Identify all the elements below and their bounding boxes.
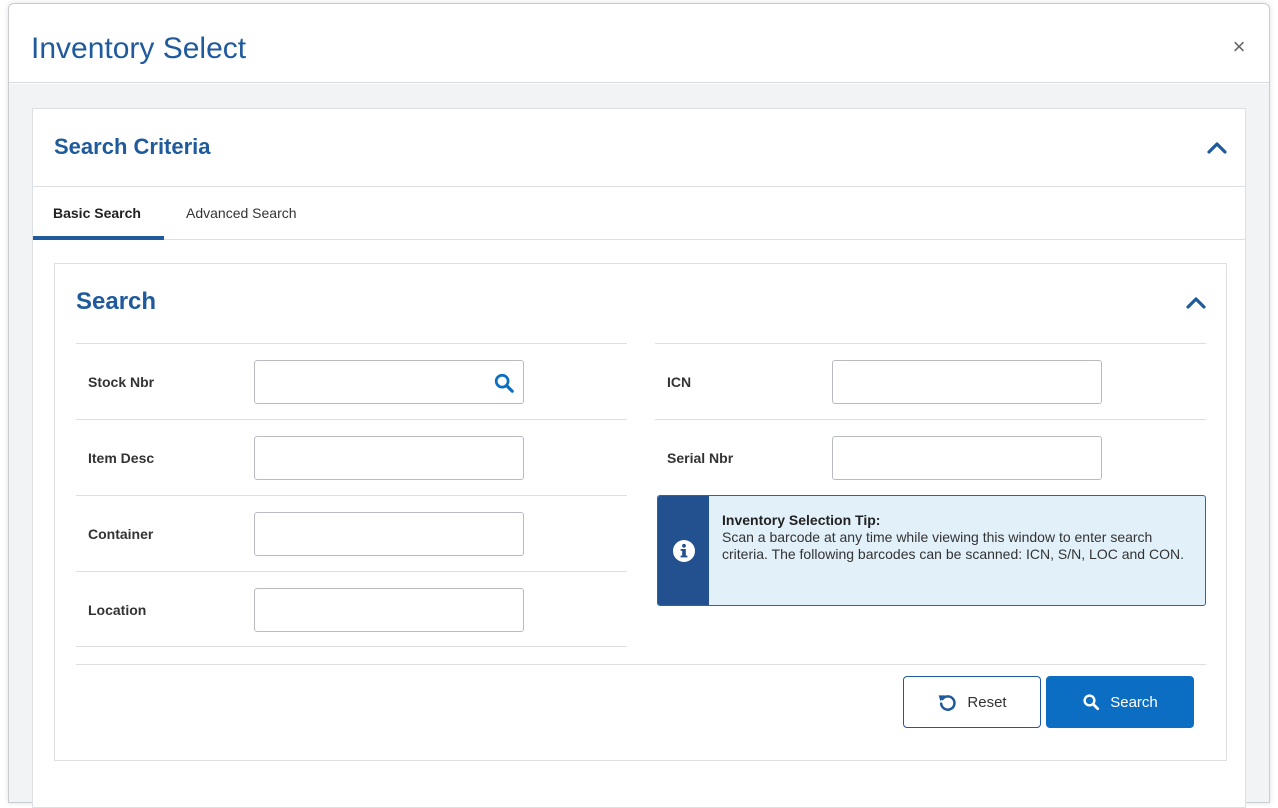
location-input-wrapper [254, 588, 524, 632]
panel-footer-divider [76, 664, 1206, 665]
search-button[interactable]: Search [1046, 676, 1194, 728]
tip-text: Scan a barcode at any time while viewing… [722, 529, 1184, 562]
search-criteria-title: Search Criteria [54, 134, 211, 159]
field-row-stock-nbr: Stock Nbr [76, 343, 627, 419]
search-icon[interactable] [493, 372, 515, 394]
stock-nbr-label: Stock Nbr [88, 374, 155, 390]
serial-nbr-input-wrapper [832, 436, 1102, 480]
field-row-icn: ICN [655, 343, 1206, 419]
search-panel: Search Stock Nbr Item Desc Container Loc… [54, 263, 1227, 761]
undo-icon [939, 695, 957, 711]
close-icon[interactable]: × [1229, 36, 1249, 58]
search-panel-title: Search [76, 288, 157, 315]
serial-nbr-label: Serial Nbr [667, 450, 734, 466]
modal-header: Inventory Select × [9, 4, 1269, 83]
container-input-wrapper [254, 512, 524, 556]
search-tabs: Basic Search Advanced Search [33, 188, 1245, 240]
tab-basic-search[interactable]: Basic Search [33, 188, 164, 240]
inventory-select-modal: Inventory Select × Search Criteria Basic… [8, 3, 1270, 808]
container-input[interactable] [255, 513, 523, 555]
tip-title: Inventory Selection Tip: [722, 512, 881, 528]
info-icon [673, 540, 695, 562]
icn-input-wrapper [832, 360, 1102, 404]
item-desc-input[interactable] [255, 437, 523, 479]
search-criteria-header: Search Criteria [33, 109, 1245, 187]
modal-title: Inventory Select [31, 32, 247, 65]
reset-button[interactable]: Reset [903, 676, 1041, 728]
item-desc-label: Item Desc [88, 450, 155, 466]
location-input[interactable] [255, 589, 523, 631]
field-row-item-desc: Item Desc [76, 419, 627, 495]
field-row-serial-nbr: Serial Nbr [655, 419, 1206, 495]
search-icon [1083, 694, 1100, 711]
stock-nbr-input-wrapper [254, 360, 524, 404]
chevron-up-icon[interactable] [1184, 291, 1208, 315]
tab-advanced-search[interactable]: Advanced Search [166, 188, 317, 240]
inventory-selection-tip: Inventory Selection Tip: Scan a barcode … [657, 495, 1206, 606]
chevron-up-icon[interactable] [1205, 136, 1229, 160]
item-desc-input-wrapper [254, 436, 524, 480]
stock-nbr-input[interactable] [255, 361, 523, 403]
search-button-label: Search [1110, 693, 1158, 711]
search-criteria-card: Search Criteria Basic Search Advanced Se… [32, 108, 1246, 808]
field-row-container: Container [76, 495, 627, 571]
serial-nbr-input[interactable] [833, 437, 1101, 479]
icn-input[interactable] [833, 361, 1101, 403]
modal-body: Search Criteria Basic Search Advanced Se… [9, 84, 1269, 808]
location-label: Location [88, 602, 147, 618]
field-row-location: Location [76, 571, 627, 647]
icn-label: ICN [667, 374, 692, 390]
reset-button-label: Reset [967, 693, 1007, 711]
container-label: Container [88, 526, 154, 542]
